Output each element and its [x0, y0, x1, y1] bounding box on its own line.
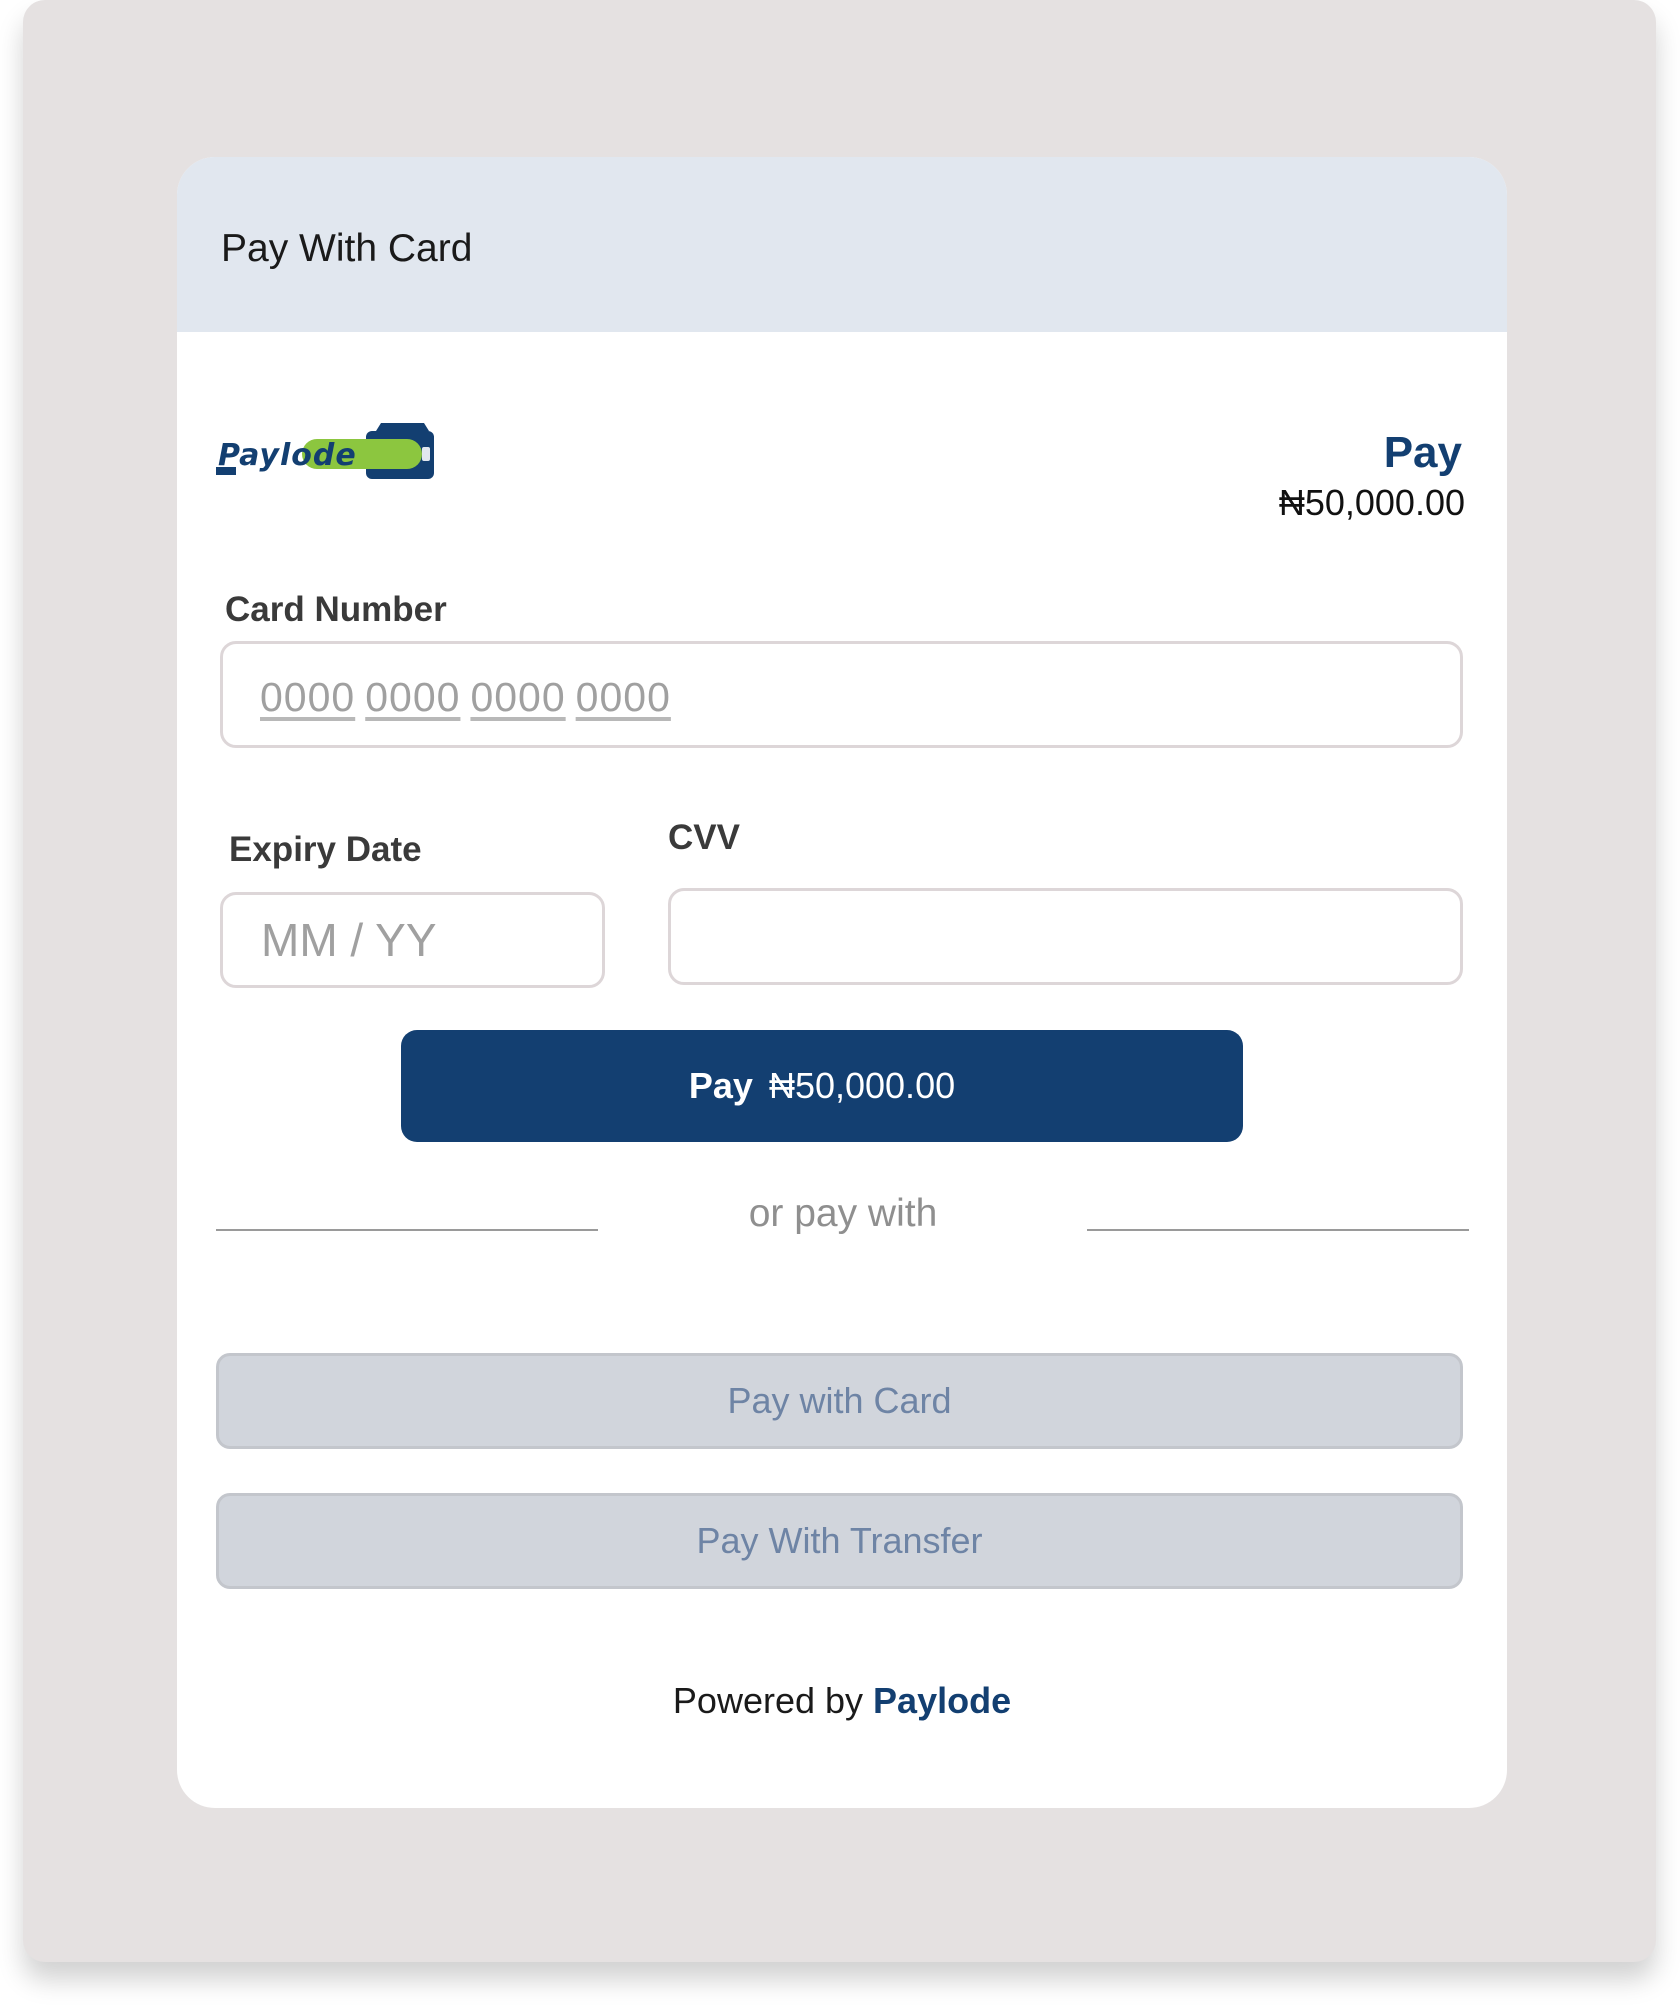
modal-title: Pay With Card [221, 227, 473, 270]
powered-by-footer: Powered by Paylode [177, 1683, 1507, 1719]
expiry-date-input[interactable]: MM / YY [220, 892, 605, 988]
paylode-logo: Paylode [216, 423, 434, 479]
modal-header: Pay With Card [177, 157, 1507, 332]
expiry-placeholder: MM / YY [261, 914, 437, 966]
powered-by-prefix: Powered by [672, 1680, 864, 1721]
cvv-label: CVV [668, 818, 740, 857]
summary-label: Pay [1383, 428, 1462, 477]
card-number-group: 0000 [365, 674, 461, 720]
summary-amount: ₦50,000.00 [1278, 482, 1465, 523]
card-number-input[interactable]: 0000 0000 0000 0000 [220, 641, 1463, 748]
pay-with-transfer-label: Pay With Transfer [696, 1520, 983, 1561]
pay-with-card-label: Pay with Card [727, 1380, 952, 1421]
divider-line-right [1087, 1229, 1469, 1231]
pay-with-card-button[interactable]: Pay with Card [216, 1353, 1463, 1449]
card-number-label: Card Number [225, 590, 447, 629]
card-number-group: 0000 [575, 674, 671, 720]
payment-summary: Pay ₦50,000.00 [1279, 431, 1465, 521]
payment-modal: Pay With Card Paylode Pay ₦50,000.00 Car… [177, 157, 1507, 1808]
expiry-date-label: Expiry Date [229, 830, 422, 869]
powered-by-brand[interactable]: Paylode [873, 1680, 1011, 1721]
pay-with-transfer-button[interactable]: Pay With Transfer [216, 1493, 1463, 1589]
cvv-input[interactable] [668, 888, 1463, 985]
card-number-placeholder: 0000 0000 0000 0000 [260, 677, 681, 718]
card-number-group: 0000 [260, 674, 356, 720]
divider-text: or pay with [748, 1192, 938, 1235]
pay-submit-button[interactable]: Pay ₦50,000.00 [401, 1030, 1243, 1142]
pay-button-amount: ₦50,000.00 [768, 1065, 956, 1106]
card-number-group: 0000 [470, 674, 566, 720]
pay-button-label: Pay [688, 1065, 753, 1106]
